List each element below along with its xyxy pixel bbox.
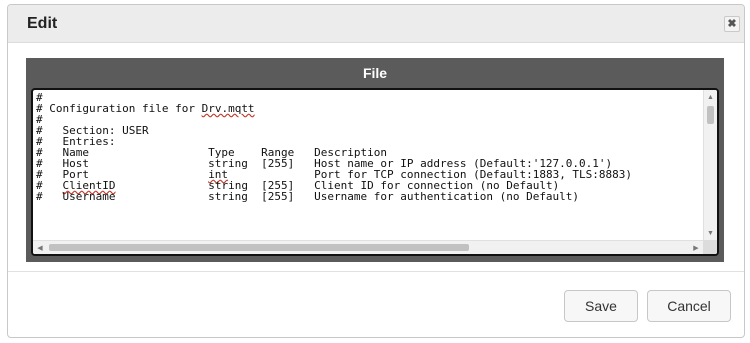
scroll-down-icon[interactable]: ▼ [704,226,717,240]
file-editor-frame: # # Configuration file for Drv.mqtt # # … [26,88,724,262]
vertical-scrollbar[interactable]: ▲ ▼ [703,90,717,240]
scrollbar-corner [703,240,717,254]
dialog-title: Edit [27,15,58,32]
close-icon[interactable]: ✖ [724,16,740,32]
edit-dialog: Edit ✖ File # # Configuration file for D… [7,4,745,338]
footer-divider [8,271,744,272]
cancel-button[interactable]: Cancel [647,290,731,322]
scroll-left-icon[interactable]: ◀ [33,241,47,254]
file-panel-header: File [26,58,724,88]
code-line: # Configuration file for Drv.mqtt [36,102,255,115]
scroll-right-icon[interactable]: ▶ [689,241,703,254]
file-text-area[interactable]: # # Configuration file for Drv.mqtt # # … [31,88,719,256]
spellcheck-word: Drv.mqtt [201,102,255,115]
vertical-scroll-thumb[interactable] [707,106,714,124]
code-line: # Username string [255] Username for aut… [36,190,580,203]
dialog-titlebar[interactable]: Edit ✖ [8,5,744,43]
save-button[interactable]: Save [564,290,638,322]
file-content[interactable]: # # Configuration file for Drv.mqtt # # … [36,92,704,240]
horizontal-scrollbar[interactable]: ◀ ▶ [33,240,703,254]
scroll-up-icon[interactable]: ▲ [704,90,717,104]
horizontal-scroll-thumb[interactable] [49,244,469,251]
